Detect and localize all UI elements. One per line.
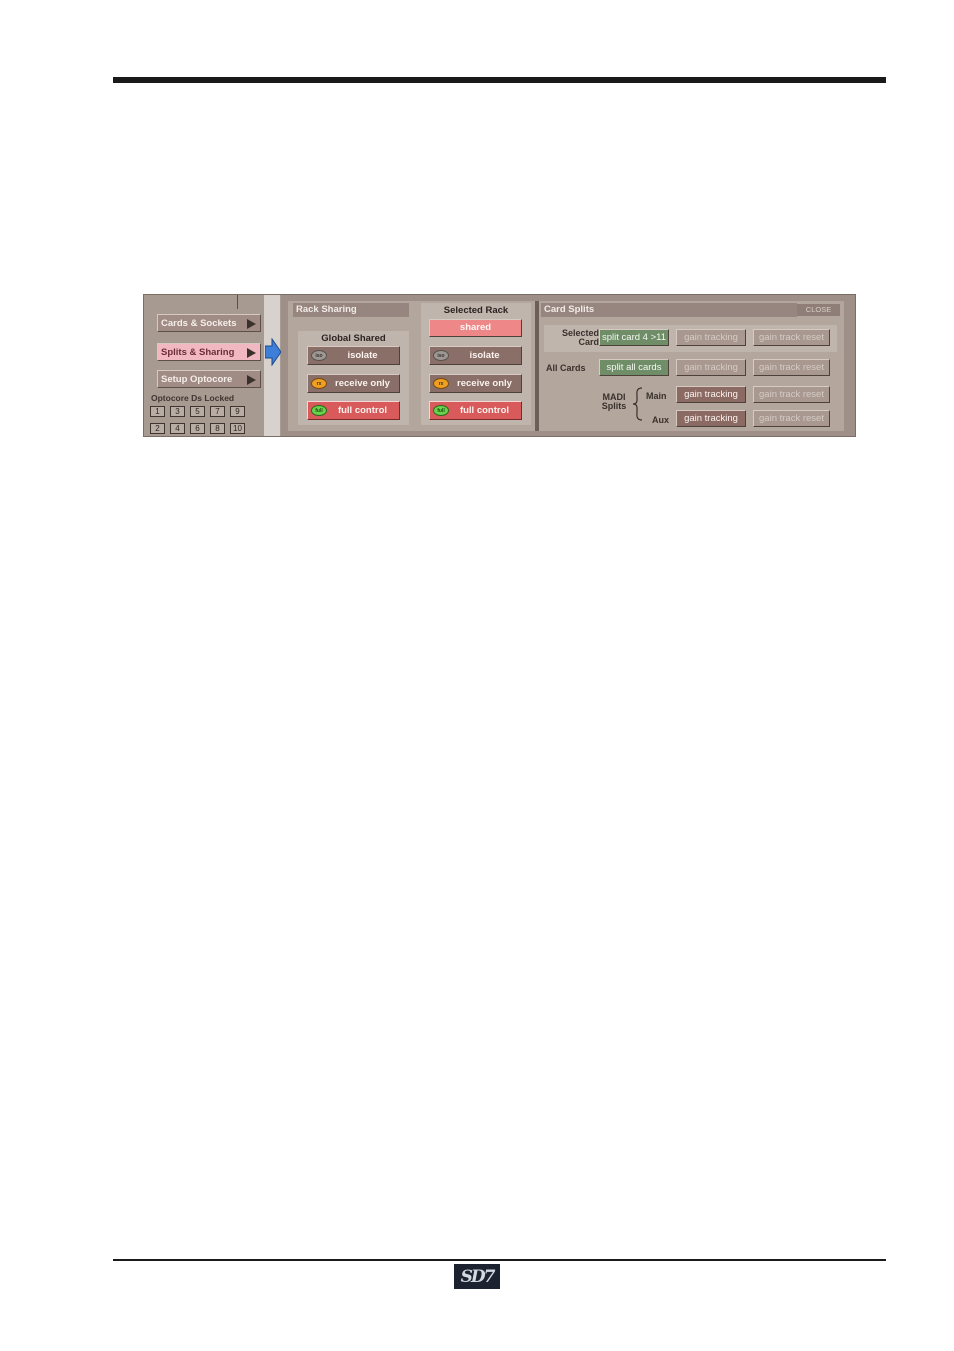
close-button[interactable]: CLOSE <box>797 304 840 316</box>
selected-rack-title: Selected Rack <box>443 305 509 316</box>
aux-gain-track-reset-button[interactable]: gain track reset <box>753 410 830 427</box>
global-full-control-label: full control <box>337 405 388 416</box>
nav-cards-sockets-button[interactable]: Cards & Sockets <box>157 314 261 332</box>
global-receive-only-label: receive only <box>335 378 390 389</box>
nav-splits-sharing-label: Splits & Sharing <box>161 346 235 358</box>
top-rule <box>113 77 886 83</box>
split-card-button[interactable]: split card 4 >11 <box>599 329 669 346</box>
nav-splits-sharing-button[interactable]: Splits & Sharing <box>157 343 261 361</box>
optocore-box-9[interactable]: 9 <box>230 406 245 417</box>
iso-led-icon: iso <box>311 350 327 361</box>
optocore-box-7[interactable]: 7 <box>210 406 225 417</box>
rx-led-icon: rx <box>433 378 449 389</box>
selection-arrow-icon <box>265 338 282 366</box>
play-arrow-icon <box>247 375 256 385</box>
brace-icon <box>632 387 643 421</box>
optocore-box-1[interactable]: 1 <box>150 406 165 417</box>
iso-led-icon: iso <box>433 350 449 361</box>
optocore-box-5[interactable]: 5 <box>190 406 205 417</box>
play-arrow-icon <box>247 319 256 329</box>
global-full-control-button[interactable]: full full control <box>307 401 400 420</box>
selected-receive-only-button[interactable]: rx receive only <box>429 374 522 393</box>
selected-full-control-label: full control <box>459 405 510 416</box>
main-gain-tracking-button[interactable]: gain tracking <box>676 386 746 403</box>
all-gain-track-reset-button[interactable]: gain track reset <box>753 359 830 376</box>
full-led-icon: full <box>311 405 327 416</box>
all-gain-tracking-button[interactable]: gain tracking <box>676 359 746 376</box>
selected-gain-track-reset-button[interactable]: gain track reset <box>753 329 830 346</box>
selected-rack-shared-button[interactable]: shared <box>429 319 522 337</box>
rx-led-icon: rx <box>311 378 327 389</box>
section-divider <box>535 301 539 431</box>
global-receive-only-button[interactable]: rx receive only <box>307 374 400 393</box>
optocore-locked-label: Optocore Ds Locked <box>151 393 235 403</box>
madi-splits-label: MADI Splits <box>601 392 627 411</box>
selected-receive-only-label: receive only <box>457 378 512 389</box>
play-arrow-icon <box>247 348 256 358</box>
main-pane: Rack Sharing Global Shared iso isolate r… <box>281 295 855 436</box>
main-inner: Rack Sharing Global Shared iso isolate r… <box>288 301 844 431</box>
selected-card-label: Selected Card <box>561 328 599 347</box>
optocore-box-8[interactable]: 8 <box>210 423 225 434</box>
optocore-box-6[interactable]: 6 <box>190 423 205 434</box>
splits-sharing-screenshot: Cards & Sockets Splits & Sharing Setup O… <box>143 294 856 437</box>
main-gain-track-reset-button[interactable]: gain track reset <box>753 386 830 403</box>
madi-main-label: Main <box>646 391 667 401</box>
global-isolate-button[interactable]: iso isolate <box>307 346 400 365</box>
bottom-rule <box>113 1259 886 1261</box>
all-cards-label: All Cards <box>546 363 586 373</box>
madi-aux-label: Aux <box>652 415 670 425</box>
optocore-box-3[interactable]: 3 <box>170 406 185 417</box>
selected-isolate-button[interactable]: iso isolate <box>429 346 522 365</box>
selected-gain-tracking-button[interactable]: gain tracking <box>676 329 746 346</box>
global-shared-title: Global Shared <box>321 333 386 344</box>
nav-pane: Cards & Sockets Splits & Sharing Setup O… <box>144 295 264 436</box>
nav-setup-optocore-button[interactable]: Setup Optocore <box>157 370 261 388</box>
optocore-box-4[interactable]: 4 <box>170 423 185 434</box>
full-led-icon: full <box>433 405 449 416</box>
optocore-box-10[interactable]: 10 <box>230 423 245 434</box>
optocore-box-2[interactable]: 2 <box>150 423 165 434</box>
global-isolate-label: isolate <box>347 350 378 361</box>
card-splits-header: Card Splits <box>541 303 797 317</box>
nav-cards-sockets-label: Cards & Sockets <box>161 317 237 329</box>
sd7-logo: SD7 <box>454 1264 500 1289</box>
selected-full-control-button[interactable]: full full control <box>429 401 522 420</box>
aux-gain-tracking-button[interactable]: gain tracking <box>676 410 746 427</box>
nav-divider <box>237 295 238 309</box>
rack-sharing-header: Rack Sharing <box>293 303 409 317</box>
selected-isolate-label: isolate <box>469 350 500 361</box>
logo-text: SD7 <box>460 1266 496 1287</box>
split-all-cards-button[interactable]: split all cards <box>599 359 669 376</box>
nav-setup-optocore-label: Setup Optocore <box>161 373 233 385</box>
